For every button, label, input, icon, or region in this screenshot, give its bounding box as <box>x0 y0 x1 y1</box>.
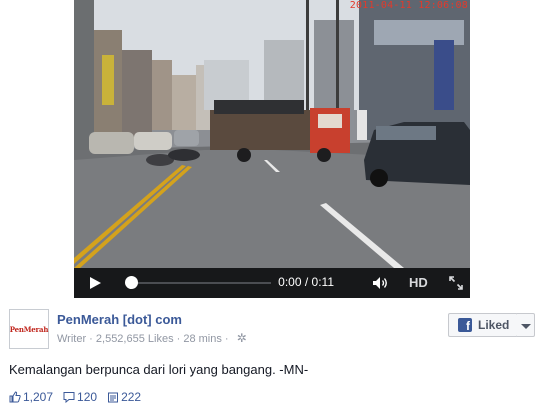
shares-count: 222 <box>121 390 142 404</box>
avatar-logo-text: PenMerah <box>9 324 49 334</box>
likes-stat[interactable]: 1,207 <box>9 390 53 404</box>
likes-count: 1,207 <box>23 390 54 404</box>
hd-toggle-button[interactable]: HD <box>409 275 428 290</box>
share-icon <box>108 392 119 403</box>
liked-button-label: Liked <box>478 318 510 332</box>
shares-stat[interactable]: 222 <box>107 390 141 404</box>
volume-icon[interactable] <box>372 276 390 290</box>
post-card: PenMerah PenMerah [dot] com Writer · 2,5… <box>0 298 546 415</box>
page-name-link[interactable]: PenMerah [dot] com <box>57 312 182 327</box>
comments-count: 120 <box>77 390 98 404</box>
post-caption: Kemalangan berpunca dari lori yang banga… <box>9 362 309 377</box>
video-player[interactable]: 2011-04-11 12:06:08 0:00 / 0:11 HD <box>74 0 470 298</box>
liked-button[interactable]: f Liked <box>448 313 518 337</box>
chevron-down-icon[interactable] <box>517 313 535 337</box>
comments-stat[interactable]: 120 <box>63 390 97 404</box>
thumbs-up-icon <box>9 391 21 403</box>
video-time-display: 0:00 / 0:11 <box>278 275 334 289</box>
video-progress-knob[interactable] <box>125 276 138 289</box>
video-container: 2011-04-11 12:06:08 0:00 / 0:11 HD <box>0 0 546 298</box>
post-meta: Writer · 2,552,655 Likes · 28 mins · ✲ <box>57 331 247 345</box>
comment-icon <box>63 392 75 403</box>
fullscreen-icon[interactable] <box>449 276 463 290</box>
facebook-logo-icon: f <box>458 318 472 333</box>
post-meta-text: Writer · 2,552,655 Likes · 28 mins · <box>57 333 229 345</box>
video-frame <box>74 0 470 268</box>
post-stats: 1,207 120 222 <box>9 390 151 404</box>
play-icon[interactable] <box>88 276 102 290</box>
video-controls-bar: 0:00 / 0:11 HD <box>74 268 470 298</box>
page-avatar[interactable]: PenMerah <box>9 309 49 349</box>
video-timestamp-overlay: 2011-04-11 12:06:08 <box>349 0 468 11</box>
audience-gear-icon[interactable]: ✲ <box>237 331 247 345</box>
